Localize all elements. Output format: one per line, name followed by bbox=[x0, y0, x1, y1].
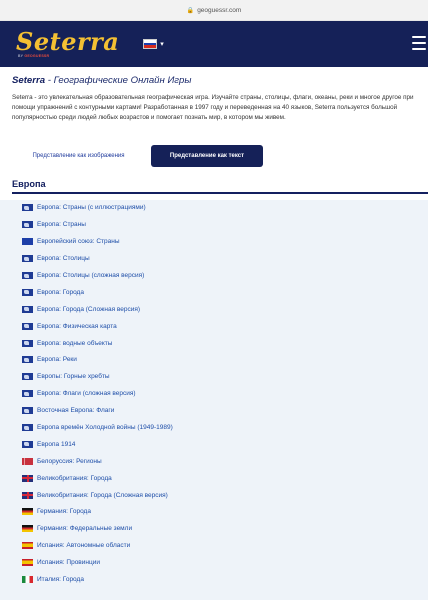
quiz-link[interactable]: Белоруссия: Регионы bbox=[22, 453, 428, 470]
quiz-link-label: Европа: Города bbox=[37, 288, 84, 296]
quiz-link-label: Европа: Реки bbox=[37, 356, 77, 364]
europe-flag-icon bbox=[22, 272, 33, 279]
it-flag-icon bbox=[22, 576, 33, 584]
quiz-link[interactable]: Германия: Города bbox=[22, 504, 428, 521]
quiz-link[interactable]: Европа времён Холодной войны (1949-1989) bbox=[22, 419, 428, 436]
view-mode-toggle: Представление как изображения Представле… bbox=[12, 145, 428, 167]
quiz-link-label: Европа: Флаги (сложная версия) bbox=[37, 390, 136, 398]
quiz-link[interactable]: Европейский союз: Страны bbox=[22, 233, 428, 250]
quiz-link-label: Европа: Страны bbox=[37, 221, 86, 229]
hamburger-menu-icon[interactable] bbox=[412, 36, 426, 50]
quiz-link-label: Европа: Столицы (сложная версия) bbox=[37, 272, 145, 279]
intro-block: Seterra - Географические Онлайн Игры Set… bbox=[0, 67, 428, 123]
quiz-link-label: Европа времён Холодной войны (1949-1989) bbox=[37, 424, 173, 432]
es-flag-icon bbox=[22, 559, 33, 567]
quiz-link-label: Великобритания: Города (Сложная версия) bbox=[37, 491, 168, 499]
europe-flag-icon bbox=[22, 424, 33, 432]
europe-flag-icon bbox=[22, 204, 33, 212]
quiz-link-label: Европа 1914 bbox=[37, 440, 76, 448]
quiz-link[interactable]: Восточная Европа: Флаги bbox=[22, 402, 428, 419]
quiz-link[interactable]: Европа 1914 bbox=[22, 436, 428, 453]
europe-flag-icon bbox=[22, 390, 33, 398]
de-flag-icon bbox=[22, 508, 33, 516]
lock-icon: 🔒 bbox=[186, 7, 195, 14]
seterra-logo[interactable]: Seterra BY GEOGUESSR bbox=[16, 26, 120, 59]
quiz-link[interactable]: Европа: Страны bbox=[22, 216, 428, 233]
es-flag-icon bbox=[22, 542, 33, 550]
europe-flag-icon bbox=[22, 305, 33, 313]
quiz-link-label: Испания: Провинции bbox=[37, 559, 100, 567]
de-flag-icon bbox=[22, 525, 33, 533]
quiz-link-label: Европа: Столицы bbox=[37, 255, 90, 263]
quiz-link-label: Великобритания: Города bbox=[37, 474, 112, 482]
quiz-link-label: Европы: Горные хребты bbox=[37, 373, 110, 381]
quiz-link[interactable]: Европа: Города bbox=[22, 284, 428, 301]
quiz-link[interactable]: Италия: Города bbox=[22, 571, 428, 588]
gb-flag-icon bbox=[22, 491, 33, 499]
europe-flag-icon bbox=[22, 288, 33, 296]
quiz-link[interactable]: Европа: Флаги (сложная версия) bbox=[22, 385, 428, 402]
europe-flag-icon bbox=[22, 255, 33, 263]
europe-section: Европа Европа: Страны (с иллюстрациями) Е… bbox=[0, 179, 428, 600]
quiz-link[interactable]: Европа: водные объекты bbox=[22, 335, 428, 352]
quiz-link[interactable]: Великобритания: Города bbox=[22, 470, 428, 487]
logo-subtitle: BY GEOGUESSR bbox=[18, 53, 50, 58]
quiz-link-label: Восточная Европа: Флаги bbox=[37, 407, 115, 415]
quiz-link[interactable]: Европы: Горные хребты bbox=[22, 368, 428, 385]
gb-flag-icon bbox=[22, 474, 33, 482]
chevron-down-icon: ▾ bbox=[160, 41, 164, 48]
page-description: Seterra - это увлекательная образователь… bbox=[12, 94, 414, 121]
quiz-link[interactable]: Испания: Автономные области bbox=[22, 537, 428, 554]
quiz-link-label: Европа: Физическая карта bbox=[37, 322, 117, 330]
section-divider bbox=[12, 192, 428, 194]
quiz-list: Европа: Страны (с иллюстрациями) Европа: … bbox=[0, 199, 428, 600]
europe-flag-icon bbox=[22, 221, 33, 229]
browser-url-bar[interactable]: 🔒 geoguessr.com bbox=[0, 0, 428, 21]
language-selector[interactable]: ▾ bbox=[143, 39, 164, 49]
quiz-link-label: Белоруссия: Регионы bbox=[37, 457, 102, 465]
quiz-link[interactable]: Европа: Города (Сложная версия) bbox=[22, 301, 428, 318]
quiz-link[interactable]: Германия: Федеральные земли bbox=[22, 520, 428, 537]
text-view-button[interactable]: Представление как текст bbox=[151, 145, 263, 167]
by-flag-icon bbox=[22, 457, 33, 465]
europe-flag-icon bbox=[22, 339, 33, 347]
page-title: Seterra - Географические Онлайн Игры bbox=[12, 75, 192, 86]
section-title: Европа bbox=[12, 179, 46, 189]
russian-flag-icon bbox=[143, 39, 158, 49]
quiz-link-label: Испания: Автономные области bbox=[37, 542, 131, 550]
quiz-link-label: Германия: Федеральные земли bbox=[37, 525, 133, 533]
quiz-link-label: Европа: Страны (с иллюстрациями) bbox=[37, 204, 146, 212]
site-header: Seterra BY GEOGUESSR ▾ bbox=[0, 21, 428, 67]
quiz-link[interactable]: Великобритания: Города (Сложная версия) bbox=[22, 487, 428, 504]
quiz-link[interactable]: Европа: Столицы bbox=[22, 250, 428, 267]
europe-flag-icon bbox=[22, 322, 33, 330]
europe-flag-icon bbox=[22, 407, 33, 415]
quiz-link[interactable]: Европа: Столицы (сложная версия) bbox=[22, 267, 428, 284]
quiz-link[interactable]: Испания: Провинции bbox=[22, 554, 428, 571]
quiz-link-label: Европа: водные объекты bbox=[37, 339, 113, 347]
europe-flag-icon bbox=[22, 440, 33, 448]
quiz-link[interactable]: Европа: Страны (с иллюстрациями) bbox=[22, 200, 428, 217]
europe-flag-icon bbox=[22, 356, 33, 364]
quiz-link[interactable]: Европа: Реки bbox=[22, 352, 428, 369]
eu-flag-icon bbox=[22, 238, 33, 246]
quiz-link-label: Европейский союз: Страны bbox=[37, 238, 120, 246]
quiz-link-label: Германия: Города bbox=[37, 508, 91, 516]
logo-text: Seterra bbox=[16, 26, 120, 56]
europe-flag-icon bbox=[22, 373, 33, 381]
quiz-link[interactable]: Европа: Физическая карта bbox=[22, 318, 428, 335]
image-view-button[interactable]: Представление как изображения bbox=[12, 145, 145, 167]
url-text: geoguessr.com bbox=[197, 6, 242, 14]
quiz-link-label: Италия: Города bbox=[37, 576, 84, 584]
quiz-link-label: Европа: Города (Сложная версия) bbox=[37, 305, 141, 313]
